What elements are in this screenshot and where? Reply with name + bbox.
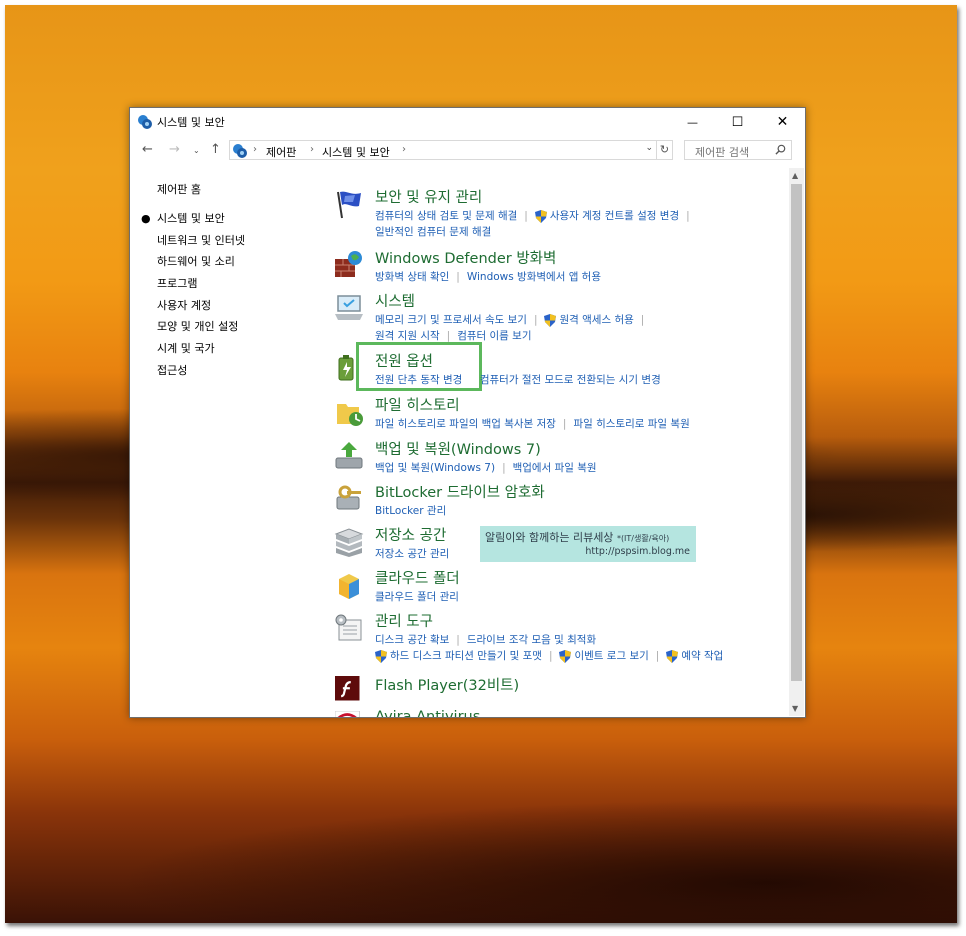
breadcrumb-control-panel[interactable]: 제어판 bbox=[266, 144, 296, 160]
search-box[interactable] bbox=[684, 140, 792, 162]
category-link[interactable]: 백업에서 파일 복원 bbox=[513, 460, 597, 476]
category-link[interactable]: 파일 히스토리로 파일의 백업 복사본 저장 bbox=[375, 416, 556, 432]
firewall-icon bbox=[335, 251, 362, 277]
category-title[interactable]: 시스템 bbox=[375, 290, 415, 311]
storage-icon bbox=[334, 528, 364, 557]
computer-icon bbox=[335, 295, 363, 320]
uac-shield-icon bbox=[666, 649, 679, 663]
folder-history-icon bbox=[337, 404, 363, 426]
breadcrumb-chevron-icon[interactable]: › bbox=[402, 144, 406, 155]
maximize-button[interactable]: ☐ bbox=[715, 108, 760, 136]
sidebar-item-user-accounts[interactable]: 사용자 계정 bbox=[157, 299, 245, 321]
category-link[interactable]: 메모리 크기 및 프로세서 속도 보기 bbox=[375, 312, 527, 328]
category-link[interactable]: 예약 작업 bbox=[681, 648, 723, 664]
category-title[interactable]: BitLocker 드라이브 암호화 bbox=[375, 481, 545, 502]
bitlocker-icon bbox=[336, 485, 361, 510]
category-link[interactable]: 원격 액세스 허용 bbox=[559, 312, 633, 328]
control-panel-icon bbox=[233, 144, 247, 158]
category-link[interactable]: 저장소 공간 관리 bbox=[375, 546, 449, 562]
search-icon bbox=[775, 144, 786, 155]
current-bullet-icon: ● bbox=[141, 212, 151, 225]
sidebar-item-network[interactable]: 네트워크 및 인터넷 bbox=[157, 234, 245, 256]
up-arrow-icon[interactable]: ↑ bbox=[210, 142, 221, 157]
category-title[interactable]: Flash Player(32비트) bbox=[375, 674, 519, 695]
category-link[interactable]: 전원 단추 동작 변경 bbox=[375, 372, 462, 388]
category-link[interactable]: 백업 및 복원(Windows 7) bbox=[375, 460, 495, 476]
category-link[interactable]: 방화벽 상태 확인 bbox=[375, 269, 449, 285]
category-title[interactable]: 백업 및 복원(Windows 7) bbox=[375, 438, 541, 459]
category-link[interactable]: 파일 히스토리로 파일 복원 bbox=[573, 416, 689, 432]
sidebar-item-accessibility[interactable]: 접근성 bbox=[157, 364, 245, 386]
control-panel-window: 시스템 및 보안 — ☐ ✕ ← → ⌄ ↑ › 제어판 › 시스템 및 보안 … bbox=[129, 107, 806, 718]
work-folders-icon bbox=[339, 574, 359, 599]
flash-icon bbox=[335, 676, 360, 701]
category-link[interactable]: 컴퓨터의 상태 검토 및 문제 해결 bbox=[375, 208, 517, 224]
category-list: 보안 및 유지 관리 컴퓨터의 상태 검토 및 문제 해결 | 사용자 계정 컨트… bbox=[333, 182, 788, 717]
category-title[interactable]: Windows Defender 방화벽 bbox=[375, 247, 556, 268]
desktop-wallpaper: 시스템 및 보안 — ☐ ✕ ← → ⌄ ↑ › 제어판 › 시스템 및 보안 … bbox=[5, 5, 957, 923]
forward-arrow-icon[interactable]: → bbox=[169, 142, 180, 157]
address-bar[interactable]: › 제어판 › 시스템 및 보안 › ⌄ bbox=[229, 140, 657, 160]
category-link[interactable]: 이벤트 로그 보기 bbox=[574, 648, 648, 664]
backup-icon bbox=[335, 442, 363, 469]
watermark-url: http://pspsim.blog.me bbox=[585, 546, 690, 557]
blog-watermark: 알림이와 함께하는 리뷰세상 *(IT/생활/육아) http://pspsim… bbox=[480, 526, 696, 562]
uac-shield-icon bbox=[375, 649, 387, 663]
vertical-scrollbar[interactable]: ▲ ▼ bbox=[789, 168, 804, 716]
uac-shield-icon bbox=[559, 649, 572, 663]
category-link[interactable]: 클라우드 폴더 관리 bbox=[375, 589, 459, 605]
admin-tools-icon bbox=[335, 614, 362, 641]
sidebar-item-clock-region[interactable]: 시계 및 국가 bbox=[157, 342, 245, 364]
title-bar[interactable]: 시스템 및 보안 — ☐ ✕ bbox=[130, 108, 805, 136]
scroll-down-icon[interactable]: ▼ bbox=[792, 704, 798, 713]
uac-shield-icon bbox=[544, 313, 557, 327]
sidebar-item-appearance[interactable]: 모양 및 개인 설정 bbox=[157, 320, 245, 342]
sidebar-item-system-security[interactable]: ● 시스템 및 보안 bbox=[141, 212, 245, 234]
avira-icon bbox=[335, 711, 360, 717]
flag-icon bbox=[337, 191, 361, 219]
window-title: 시스템 및 보안 bbox=[157, 116, 225, 129]
watermark-subtitle: *(IT/생활/육아) bbox=[616, 534, 670, 543]
sidebar-home-link[interactable]: 제어판 홈 bbox=[157, 181, 201, 197]
category-link[interactable]: 일반적인 컴퓨터 문제 해결 bbox=[375, 224, 491, 240]
category-title[interactable]: 파일 히스토리 bbox=[375, 394, 460, 415]
category-link[interactable]: 하드 디스크 파티션 만들기 및 포맷 bbox=[390, 648, 542, 664]
search-input[interactable] bbox=[693, 143, 777, 162]
category-link[interactable]: 사용자 계정 컨트롤 설정 변경 bbox=[550, 208, 679, 224]
recent-locations-chevron-icon[interactable]: ⌄ bbox=[193, 146, 200, 155]
breadcrumb-chevron-icon[interactable]: › bbox=[310, 144, 314, 155]
category-link[interactable]: 디스크 공간 확보 bbox=[375, 632, 449, 648]
breadcrumb-system-security[interactable]: 시스템 및 보안 bbox=[322, 144, 390, 160]
category-title[interactable]: 저장소 공간 bbox=[375, 524, 446, 545]
refresh-button[interactable]: ↻ bbox=[656, 140, 673, 160]
category-link[interactable]: BitLocker 관리 bbox=[375, 503, 446, 519]
watermark-title: 알림이와 함께하는 리뷰세상 bbox=[485, 531, 614, 544]
address-dropdown-icon[interactable]: ⌄ bbox=[645, 143, 653, 153]
minimize-button[interactable]: — bbox=[670, 108, 715, 136]
scroll-up-icon[interactable]: ▲ bbox=[792, 171, 798, 180]
control-panel-icon bbox=[138, 115, 152, 129]
scrollbar-thumb[interactable] bbox=[791, 184, 802, 681]
category-link[interactable]: 드라이브 조각 모음 및 최적화 bbox=[467, 632, 596, 648]
category-link[interactable]: 컴퓨터가 절전 모드로 전환되는 시기 변경 bbox=[480, 372, 661, 388]
back-arrow-icon[interactable]: ← bbox=[142, 142, 153, 157]
category-title[interactable]: 전원 옵션 bbox=[375, 350, 433, 371]
uac-shield-icon bbox=[534, 209, 547, 223]
sidebar-item-hardware[interactable]: 하드웨어 및 소리 bbox=[157, 255, 245, 277]
category-title[interactable]: 클라우드 폴더 bbox=[375, 567, 460, 588]
category-title[interactable]: 관리 도구 bbox=[375, 610, 433, 631]
category-title[interactable]: 보안 및 유지 관리 bbox=[375, 186, 482, 207]
breadcrumb-chevron-icon[interactable]: › bbox=[253, 144, 257, 155]
category-title[interactable]: Avira Antivirus bbox=[375, 709, 480, 717]
category-link[interactable]: Windows 방화벽에서 앱 허용 bbox=[467, 269, 601, 285]
navigation-bar: ← → ⌄ ↑ › 제어판 › 시스템 및 보안 › ⌄ ↻ bbox=[130, 138, 805, 164]
close-button[interactable]: ✕ bbox=[760, 108, 805, 136]
sidebar-item-programs[interactable]: 프로그램 bbox=[157, 277, 245, 299]
